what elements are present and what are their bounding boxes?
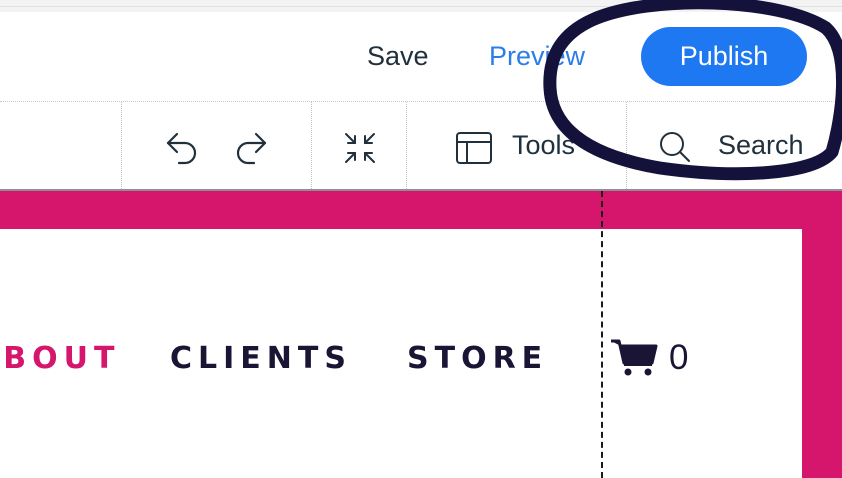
zoom-out-icon[interactable] [343, 131, 377, 165]
preview-button[interactable]: Preview [489, 12, 585, 101]
publish-button[interactable]: Publish [641, 27, 807, 86]
site-canvas[interactable]: ABOUT CLIENTS STORE 0 [0, 191, 842, 478]
nav-item-about[interactable]: ABOUT [0, 341, 120, 376]
nav-item-clients[interactable]: CLIENTS [170, 341, 352, 376]
editor-header: Save Preview Publish [0, 12, 842, 102]
nav-item-store[interactable]: STORE [407, 341, 548, 376]
cart-count: 0 [669, 338, 689, 377]
toolbar-divider [406, 102, 407, 189]
tools-icon[interactable] [455, 131, 493, 165]
layout-guide-line [601, 191, 603, 478]
search-icon[interactable] [658, 130, 692, 166]
toolbar-divider [311, 102, 312, 189]
search-button[interactable]: Search [718, 102, 804, 189]
toolbar-divider [626, 102, 627, 189]
save-button[interactable]: Save [367, 12, 429, 101]
undo-icon[interactable] [163, 130, 203, 166]
tools-button[interactable]: Tools [512, 102, 575, 189]
site-page-area: ABOUT CLIENTS STORE 0 [0, 229, 802, 478]
editor-toolbar: Tools Search [0, 102, 842, 191]
redo-icon[interactable] [230, 130, 270, 166]
cart-icon[interactable] [610, 337, 658, 377]
toolbar-divider [121, 102, 122, 189]
